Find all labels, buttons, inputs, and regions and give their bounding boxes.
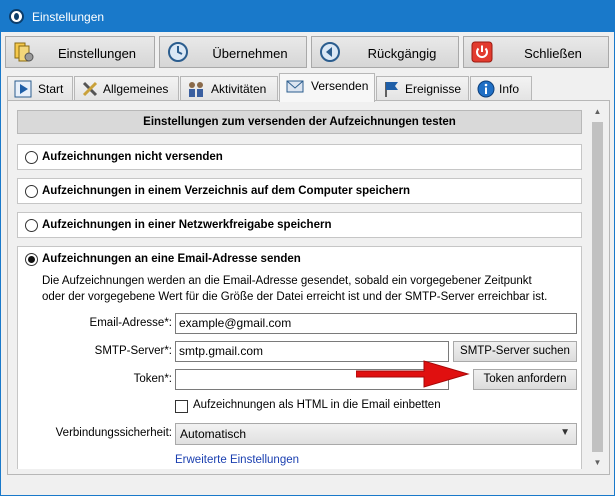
info-icon xyxy=(477,80,495,98)
test-settings-heading[interactable]: Einstellungen zum versenden der Aufzeich… xyxy=(17,110,582,134)
advanced-settings-link[interactable]: Erweiterte Einstellungen xyxy=(175,454,299,466)
settings-button-label: Einstellungen xyxy=(57,46,137,61)
save-network-label: Aufzeichnungen in einer Netzwerkfreigabe… xyxy=(42,219,332,231)
tab-start-label: Start xyxy=(38,82,64,96)
tab-info-label: Info xyxy=(499,82,520,96)
option-do-not-send[interactable]: Aufzeichnungen nicht versenden xyxy=(17,144,582,170)
connection-security-label: Verbindungssicherheit: xyxy=(55,427,172,439)
apply-button-label: Übernehmen xyxy=(212,46,288,61)
scroll-down-icon[interactable]: ▼ xyxy=(589,454,606,471)
save-local-label: Aufzeichnungen in einem Verzeichnis auf … xyxy=(42,185,411,197)
do-not-send-radio[interactable] xyxy=(25,151,38,164)
do-not-send-label: Aufzeichnungen nicht versenden xyxy=(42,151,223,163)
save-network-radio[interactable] xyxy=(25,219,38,232)
email-address-label: Email-Adresse*: xyxy=(89,317,172,329)
tab-activities[interactable]: Aktivitäten xyxy=(180,76,278,101)
clock-check-icon xyxy=(168,42,188,62)
undo-button-label: Rückgängig xyxy=(367,46,437,61)
token-label: Token*: xyxy=(133,373,172,385)
tools-icon xyxy=(82,81,98,97)
settings-button[interactable]: Einstellungen xyxy=(5,36,155,68)
request-token-button[interactable]: Token anfordern xyxy=(473,369,577,390)
tab-info[interactable]: Info xyxy=(470,76,532,101)
tab-general-label: Allgemeines xyxy=(103,82,169,96)
email-address-input[interactable]: example@gmail.com xyxy=(175,313,577,334)
scroll-up-icon[interactable]: ▲ xyxy=(589,103,606,120)
apply-button[interactable]: Übernehmen xyxy=(159,36,307,68)
connection-security-value: Automatisch xyxy=(180,427,247,441)
tab-events-label: Ereignisse xyxy=(405,82,462,96)
panel-scroll-area: Einstellungen zum versenden der Aufzeich… xyxy=(15,107,585,469)
send-email-radio[interactable] xyxy=(25,253,38,266)
send-settings-panel: Einstellungen zum versenden der Aufzeich… xyxy=(7,100,610,475)
option-send-email: Aufzeichnungen an eine Email-Adresse sen… xyxy=(17,246,582,469)
vertical-scrollbar[interactable]: ▲ ▼ xyxy=(589,103,606,471)
email-description: Die Aufzeichnungen werden an die Email-A… xyxy=(42,273,572,305)
title-bar[interactable]: Einstellungen xyxy=(1,1,614,32)
annotation-arrow xyxy=(356,360,470,388)
find-smtp-server-button[interactable]: SMTP-Server suchen xyxy=(453,341,577,362)
close-button-label: Schließen xyxy=(524,46,582,61)
chevron-down-icon: ▼ xyxy=(560,427,570,438)
play-icon xyxy=(14,80,32,98)
toolbar: Einstellungen Übernehmen Rückgängig Schl… xyxy=(1,36,614,70)
rewind-icon xyxy=(320,42,340,62)
undo-button[interactable]: Rückgängig xyxy=(311,36,459,68)
smtp-server-label: SMTP-Server*: xyxy=(94,345,172,357)
flag-icon xyxy=(385,82,398,97)
close-button[interactable]: Schließen xyxy=(463,36,609,68)
envelope-icon xyxy=(286,80,304,93)
window-title: Einstellungen xyxy=(32,10,105,24)
power-icon xyxy=(471,41,493,63)
option-save-local[interactable]: Aufzeichnungen in einem Verzeichnis auf … xyxy=(17,178,582,204)
tab-start[interactable]: Start xyxy=(7,76,73,101)
app-logo-icon xyxy=(9,9,24,24)
embed-html-checkbox[interactable] xyxy=(175,400,188,413)
send-email-label: Aufzeichnungen an eine Email-Adresse sen… xyxy=(42,253,301,265)
tab-activities-label: Aktivitäten xyxy=(211,82,267,96)
people-icon xyxy=(189,82,203,97)
settings-files-icon xyxy=(14,42,34,62)
tab-send-label: Versenden xyxy=(311,79,369,93)
email-description-line-2: oder der vorgegebene Wert für die Größe … xyxy=(42,291,548,303)
option-save-network[interactable]: Aufzeichnungen in einer Netzwerkfreigabe… xyxy=(17,212,582,238)
tab-send[interactable]: Versenden xyxy=(279,73,375,102)
tab-events[interactable]: Ereignisse xyxy=(376,76,469,101)
settings-window: Einstellungen Einstellungen Übernehmen R… xyxy=(0,0,615,496)
scrollbar-thumb[interactable] xyxy=(592,122,603,452)
email-description-line-1: Die Aufzeichnungen werden an die Email-A… xyxy=(42,275,532,287)
embed-html-label: Aufzeichnungen als HTML in die Email ein… xyxy=(193,399,441,411)
save-local-radio[interactable] xyxy=(25,185,38,198)
connection-security-select[interactable]: Automatisch ▼ xyxy=(175,423,577,445)
tab-general[interactable]: Allgemeines xyxy=(74,76,179,101)
tab-bar: Start Allgemeines Aktivitäten Versenden … xyxy=(7,73,609,102)
